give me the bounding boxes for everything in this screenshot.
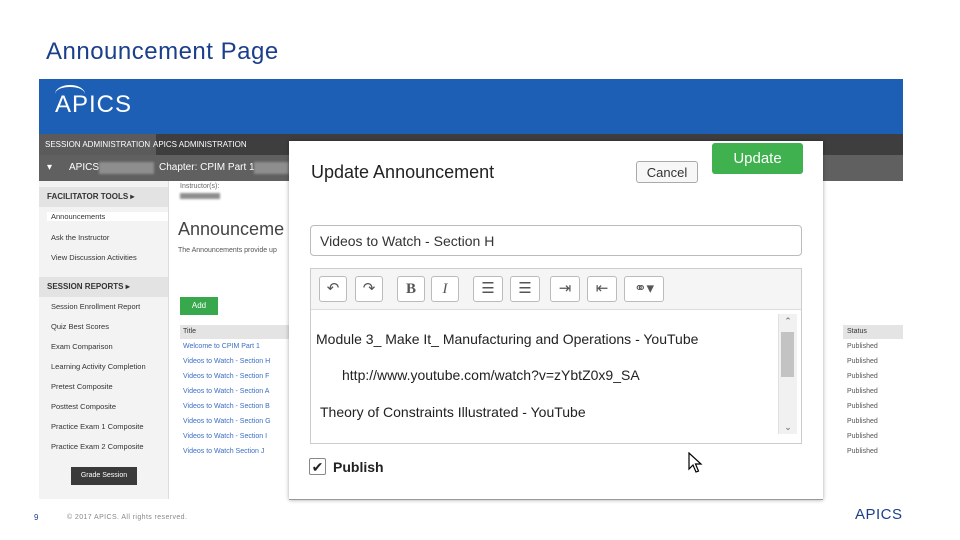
status-cell: Published: [847, 433, 878, 440]
session-chapter: Chapter: CPIM Part 1: [159, 162, 255, 173]
editor-line: Theory of Constraints Illustrated - YouT…: [320, 404, 586, 420]
sidebar-item-report[interactable]: Pretest Composite: [51, 382, 113, 391]
status-cell: Published: [847, 403, 878, 410]
italic-icon[interactable]: I: [431, 276, 459, 302]
table-row-link[interactable]: Videos to Watch - Section B: [180, 400, 290, 414]
column-header-status: Status: [843, 325, 903, 339]
editor-content[interactable]: Module 3_ Make It_ Manufacturing and Ope…: [311, 310, 801, 443]
announcement-title-input[interactable]: Videos to Watch - Section H: [310, 225, 802, 256]
outdent-icon[interactable]: ⇤: [587, 276, 617, 302]
sidebar-item-report[interactable]: Learning Activity Completion: [51, 362, 146, 371]
table-row-link[interactable]: Videos to Watch - Section H: [180, 355, 290, 369]
bold-icon[interactable]: B: [397, 276, 425, 302]
cancel-button[interactable]: Cancel: [636, 161, 698, 183]
sidebar-item-ask-instructor[interactable]: Ask the Instructor: [51, 233, 109, 242]
redo-icon[interactable]: ↷: [355, 276, 383, 302]
undo-icon[interactable]: ↶: [319, 276, 347, 302]
column-header-title: Title: [180, 325, 290, 339]
status-cell: Published: [847, 343, 878, 350]
status-cell: Published: [847, 418, 878, 425]
page-title: Announceme: [178, 219, 285, 239]
status-cell: Published: [847, 388, 878, 395]
sidebar-item-report[interactable]: Quiz Best Scores: [51, 322, 109, 331]
editor-scrollbar[interactable]: ⌃ ⌄: [778, 314, 797, 434]
link-icon[interactable]: ⚭▾: [624, 276, 664, 302]
table-row-link[interactable]: Welcome to CPIM Part 1: [180, 340, 290, 354]
redacted-name: [180, 193, 220, 199]
copyright: © 2017 APICS. All rights reserved.: [67, 514, 188, 521]
publish-label: Publish: [333, 459, 384, 475]
add-button[interactable]: Add: [180, 297, 218, 315]
slide-title: Announcement Page: [46, 38, 279, 65]
page-description: The Announcements provide up: [178, 247, 277, 254]
publish-checkbox[interactable]: ✔: [309, 458, 326, 475]
update-announcement-dialog: Update Announcement Cancel Update Videos…: [289, 141, 823, 500]
status-cell: Published: [847, 358, 878, 365]
editor-link-line[interactable]: http://www.youtube.com/watch?v=zYbtZ0x9_…: [342, 367, 640, 383]
session-prefix: APICS: [69, 162, 100, 173]
redacted-name: [254, 162, 289, 174]
mouse-cursor-icon: [688, 452, 703, 473]
app-header: APICS: [39, 79, 903, 134]
sidebar-item-report[interactable]: Exam Comparison: [51, 342, 113, 351]
footer-logo: APICS: [855, 506, 903, 523]
table-row-link[interactable]: Videos to Watch - Section F: [180, 370, 290, 384]
table-row-link[interactable]: Videos to Watch - Section A: [180, 385, 290, 399]
table-row-link[interactable]: Videos to Watch - Section I: [180, 430, 290, 444]
table-row-link[interactable]: Videos to Watch Section J: [180, 445, 290, 459]
sidebar-item-discussion[interactable]: View Discussion Activities: [51, 253, 137, 262]
facilitator-tools-header[interactable]: FACILITATOR TOOLS ▸: [39, 187, 168, 207]
apics-logo: APICS: [55, 85, 132, 119]
status-cell: Published: [847, 373, 878, 380]
table-row-link[interactable]: Videos to Watch - Section G: [180, 415, 290, 429]
editor-line: Module 3_ Make It_ Manufacturing and Ope…: [316, 331, 699, 347]
scroll-up-icon[interactable]: ⌃: [779, 314, 797, 328]
sidebar-item-report[interactable]: Practice Exam 1 Composite: [51, 422, 144, 431]
tab-apics-administration[interactable]: APICS ADMINISTRATION: [147, 134, 253, 155]
redacted-name: [99, 162, 154, 174]
bullet-list-icon[interactable]: ☰: [473, 276, 503, 302]
editor-toolbar: ↶ ↷ B I ☰ ☰ ⇥ ⇤ ⚭▾: [311, 269, 801, 310]
status-cell: Published: [847, 448, 878, 455]
sidebar-item-report[interactable]: Session Enrollment Report: [51, 302, 140, 311]
sidebar-item-announcements[interactable]: Announcements: [47, 212, 168, 221]
grade-session-button[interactable]: Grade Session: [71, 467, 137, 485]
numbered-list-icon[interactable]: ☰: [510, 276, 540, 302]
update-button[interactable]: Update: [712, 143, 803, 174]
scroll-down-icon[interactable]: ⌄: [779, 420, 797, 434]
tab-session-administration[interactable]: SESSION ADMINISTRATION: [39, 134, 157, 155]
chevron-down-icon[interactable]: ▾: [47, 155, 52, 181]
page-number: 9: [34, 513, 39, 522]
scroll-thumb[interactable]: [781, 332, 794, 377]
sidebar-item-report[interactable]: Posttest Composite: [51, 402, 116, 411]
dialog-title: Update Announcement: [311, 162, 495, 182]
session-reports-header[interactable]: SESSION REPORTS ▸: [39, 277, 168, 297]
sidebar: FACILITATOR TOOLS ▸ Announcements Ask th…: [39, 181, 169, 499]
rich-text-editor: ↶ ↷ B I ☰ ☰ ⇥ ⇤ ⚭▾ Module 3_ Make It_ Ma…: [310, 268, 802, 444]
indent-icon[interactable]: ⇥: [550, 276, 580, 302]
instructor-label: Instructor(s):: [180, 183, 220, 190]
sidebar-item-report[interactable]: Practice Exam 2 Composite: [51, 442, 144, 451]
